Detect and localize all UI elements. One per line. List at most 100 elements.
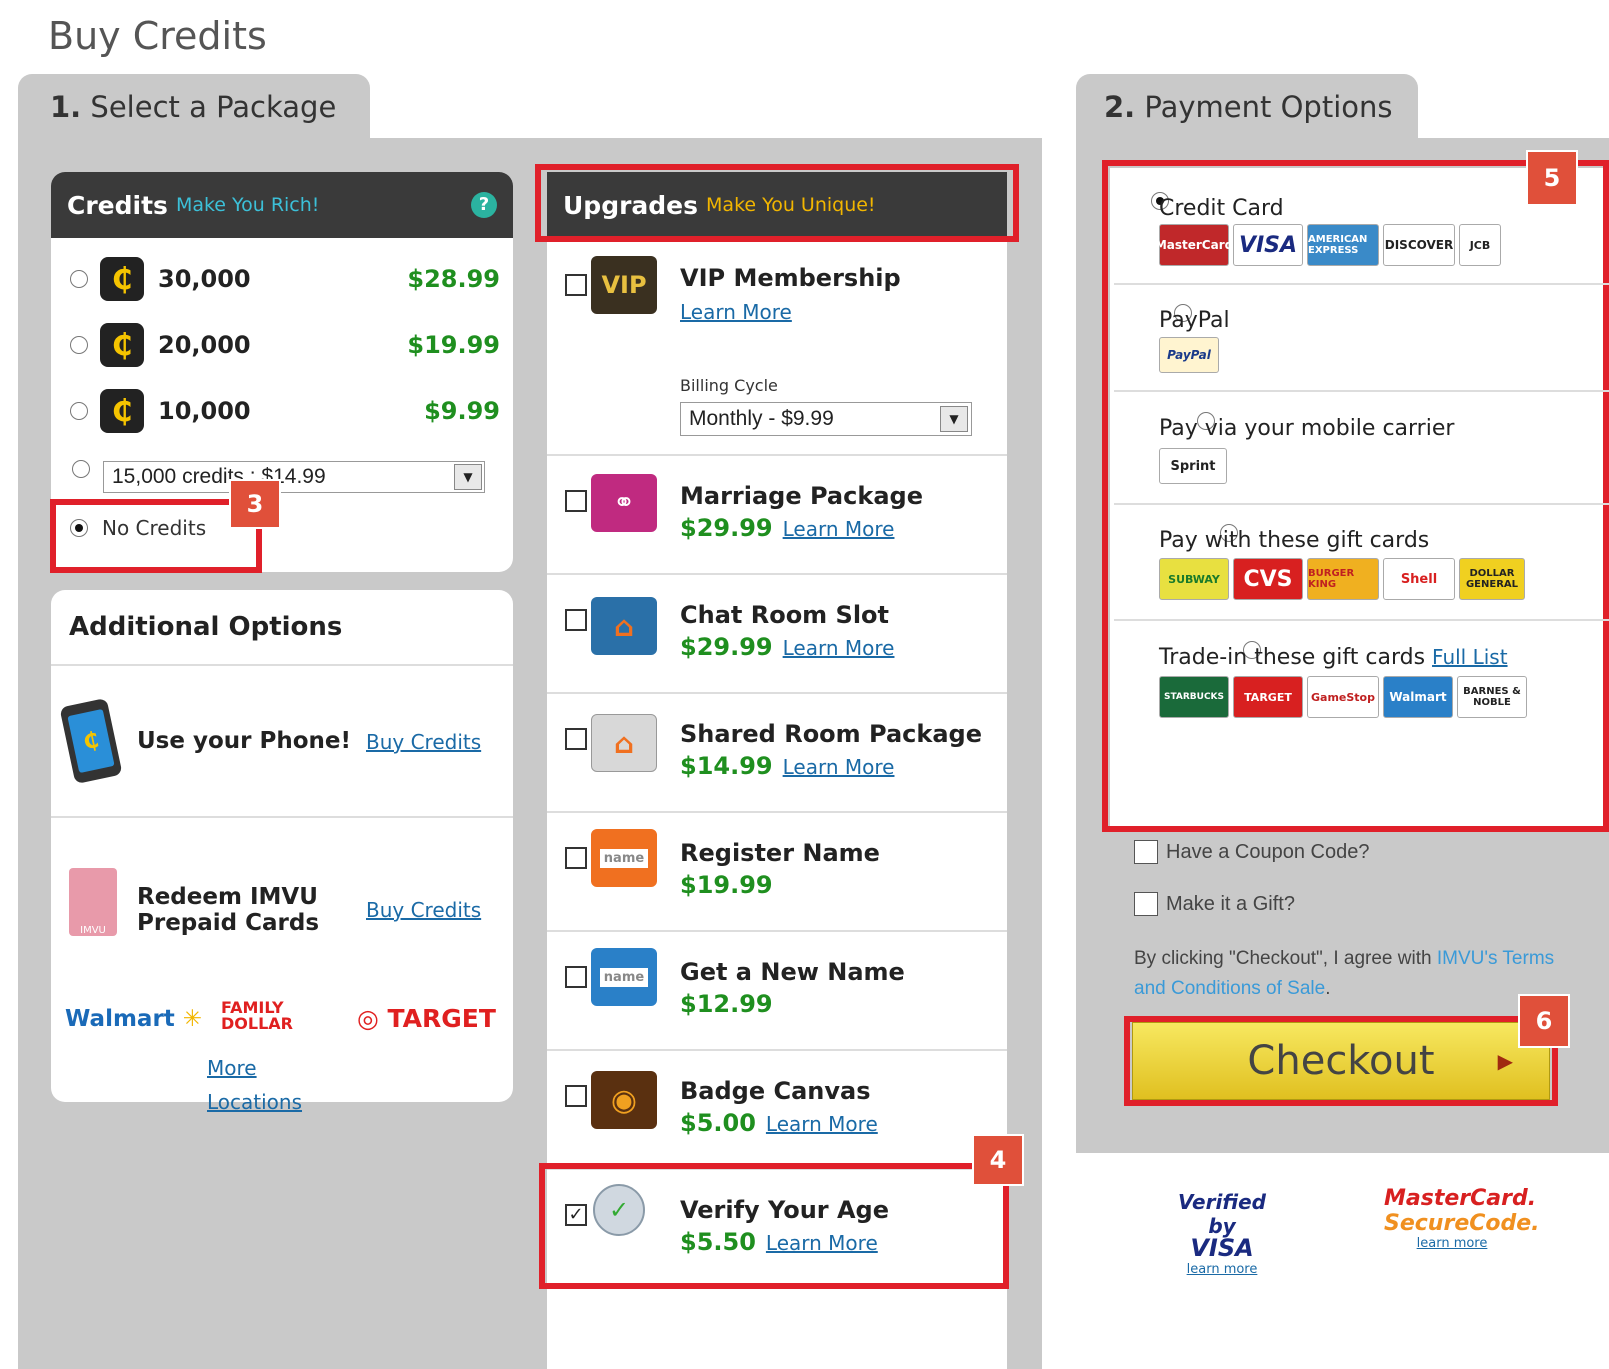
- upgrade-price: $29.99: [680, 514, 773, 542]
- credit-radio[interactable]: [70, 402, 88, 420]
- step1-label: Select a Package: [90, 90, 337, 124]
- upgrade-learn-more-link[interactable]: Learn More: [766, 1112, 878, 1136]
- coin-icon: ₵: [100, 257, 144, 301]
- gift-option[interactable]: Make it a Gift?: [1134, 892, 1295, 916]
- divider: [51, 664, 513, 666]
- upgrade-checkbox[interactable]: [565, 1085, 587, 1107]
- upgrade-vip: VIP VIP Membership Learn More Billing Cy…: [547, 240, 1007, 454]
- vip-checkbox[interactable]: [565, 274, 587, 296]
- chevron-down-icon[interactable]: ▼: [454, 464, 482, 490]
- credit-radio[interactable]: [70, 270, 88, 288]
- highlight-checkout: [1124, 1016, 1558, 1106]
- burger-king-logo: BURGER KING: [1307, 558, 1379, 600]
- upgrade-name: Register Name: [680, 839, 880, 867]
- divider: [51, 816, 513, 818]
- credits-header: Credits Make You Rich! ?: [51, 172, 513, 238]
- upgrade-chat-room: ⌂ Chat Room Slot $29.99 Learn More: [547, 573, 1007, 692]
- family-dollar-logo: FAMILY DOLLAR: [221, 1000, 331, 1032]
- shell-logo: Shell: [1383, 558, 1455, 600]
- highlight-verify-age: [539, 1163, 1009, 1289]
- credit-amount: 10,000: [158, 397, 251, 425]
- chevron-down-icon[interactable]: ▼: [940, 406, 968, 432]
- credit-dropdown-radio[interactable]: [72, 460, 90, 478]
- billing-cycle-select[interactable]: Monthly - $9.99 ▼: [680, 402, 972, 436]
- coupon-checkbox[interactable]: [1134, 840, 1158, 864]
- verified-by-visa-line1: Verified by: [1178, 1190, 1266, 1238]
- sprint-logo: Sprint: [1159, 448, 1227, 484]
- upgrade-checkbox[interactable]: [565, 728, 587, 750]
- walmart-logo: Walmart ✳: [65, 1006, 203, 1032]
- credits-title: Credits: [67, 190, 168, 220]
- barnes-noble-logo: BARNES & NOBLE: [1457, 676, 1527, 718]
- vip-learn-more-link[interactable]: Learn More: [680, 300, 792, 324]
- credit-amount: 30,000: [158, 265, 251, 293]
- phone-icon: ₵: [59, 697, 123, 785]
- rings-icon: ⚭: [591, 474, 657, 532]
- phone-buy-credits-link[interactable]: Buy Credits: [366, 730, 481, 754]
- mastercard-learn-more-link[interactable]: learn more: [1384, 1236, 1520, 1251]
- credit-option-30000[interactable]: ₵ 30,000 $28.99: [70, 256, 500, 302]
- upgrade-learn-more-link[interactable]: Learn More: [783, 755, 895, 779]
- full-list-link[interactable]: Full List: [1432, 645, 1508, 669]
- credit-amount: 20,000: [158, 331, 251, 359]
- coupon-label: Have a Coupon Code?: [1166, 840, 1370, 863]
- gift-checkbox[interactable]: [1134, 892, 1158, 916]
- divider: [1114, 503, 1609, 505]
- credit-radio[interactable]: [70, 336, 88, 354]
- terms-brand: IMVU's: [1436, 948, 1498, 969]
- mastercard-logo: MasterCard: [1155, 224, 1233, 266]
- coupon-option[interactable]: Have a Coupon Code?: [1134, 840, 1369, 864]
- upgrade-learn-more-link[interactable]: Learn More: [783, 517, 895, 541]
- upgrade-checkbox[interactable]: [565, 847, 587, 869]
- upgrade-name: Badge Canvas: [680, 1077, 871, 1105]
- upgrade-badge-canvas: ◉ Badge Canvas $5.00 Learn More: [547, 1049, 1007, 1168]
- billing-cycle-label: Billing Cycle: [680, 376, 778, 395]
- visa-logo: VISA: [1233, 224, 1303, 266]
- trade-in-logos: STARBUCKS TARGET GameStop Walmart BARNES…: [1159, 676, 1527, 718]
- gamestop-logo: GameStop: [1307, 676, 1379, 718]
- prepaid-card-icon: IMVU: [69, 868, 117, 936]
- more-locations-link-2[interactable]: Locations: [207, 1090, 302, 1114]
- credit-option-20000[interactable]: ₵ 20,000 $19.99: [70, 322, 500, 368]
- upgrade-register-name: name Register Name $19.99: [547, 811, 1007, 930]
- additional-options-card: Additional Options ₵ Use your Phone! Buy…: [51, 590, 513, 1114]
- discover-logo: DISCOVER: [1383, 224, 1455, 266]
- no-credits-radio[interactable]: [70, 519, 88, 537]
- upgrade-marriage: ⚭ Marriage Package $29.99 Learn More: [547, 454, 1007, 573]
- name-tag-icon: name: [591, 948, 657, 1006]
- upgrade-learn-more-link[interactable]: Learn More: [783, 636, 895, 660]
- target-logo: ◎ TARGET: [357, 1004, 496, 1033]
- no-credits-option[interactable]: No Credits: [70, 516, 206, 540]
- tab-select-package: 1. Select a Package: [18, 74, 370, 144]
- gift-label: Make it a Gift?: [1166, 892, 1295, 915]
- walmart-card-logo: Walmart: [1383, 676, 1453, 718]
- walmart-text: Walmart: [65, 1006, 175, 1032]
- upgrade-checkbox[interactable]: [565, 490, 587, 512]
- upgrade-name: Chat Room Slot: [680, 601, 890, 629]
- pay-paypal-label: PayPal: [1159, 308, 1230, 333]
- upgrade-price: $14.99: [680, 752, 773, 780]
- credit-card-logos: MasterCard VISA AMERICAN EXPRESS DISCOVE…: [1155, 224, 1501, 266]
- divider: [1114, 619, 1609, 621]
- pay-trade-in-label: Trade-in these gift cards: [1159, 645, 1426, 670]
- verified-by-visa-line2: VISA: [1190, 1234, 1254, 1262]
- help-icon[interactable]: ?: [471, 192, 497, 218]
- prepaid-buy-credits-link[interactable]: Buy Credits: [366, 898, 481, 922]
- tab-payment-options: 2. Payment Options: [1076, 74, 1418, 144]
- upgrade-price: $29.99: [680, 633, 773, 661]
- upgrade-checkbox[interactable]: [565, 966, 587, 988]
- visa-learn-more-link[interactable]: learn more: [1164, 1262, 1280, 1277]
- divider: [1114, 390, 1609, 392]
- upgrade-checkbox[interactable]: [565, 609, 587, 631]
- step-badge-3: 3: [229, 479, 281, 529]
- credit-price: $9.99: [424, 397, 500, 425]
- credit-amount-select[interactable]: 15,000 credits : $14.99 ▼: [103, 461, 485, 493]
- target-text: TARGET: [387, 1004, 496, 1033]
- pay-trade-in-row: Trade-in these gift cards Full List: [1159, 645, 1508, 670]
- more-locations-link-1[interactable]: More: [207, 1056, 257, 1080]
- credit-option-10000[interactable]: ₵ 10,000 $9.99: [70, 388, 500, 434]
- billing-cycle-value: Monthly - $9.99: [689, 407, 834, 430]
- terms-text: By clicking "Checkout", I agree with IMV…: [1134, 944, 1564, 1004]
- credit-options: ₵ 30,000 $28.99 ₵ 20,000 $19.99 ₵ 10,000…: [70, 256, 500, 434]
- mastercard-line1: MasterCard.: [1384, 1186, 1537, 1211]
